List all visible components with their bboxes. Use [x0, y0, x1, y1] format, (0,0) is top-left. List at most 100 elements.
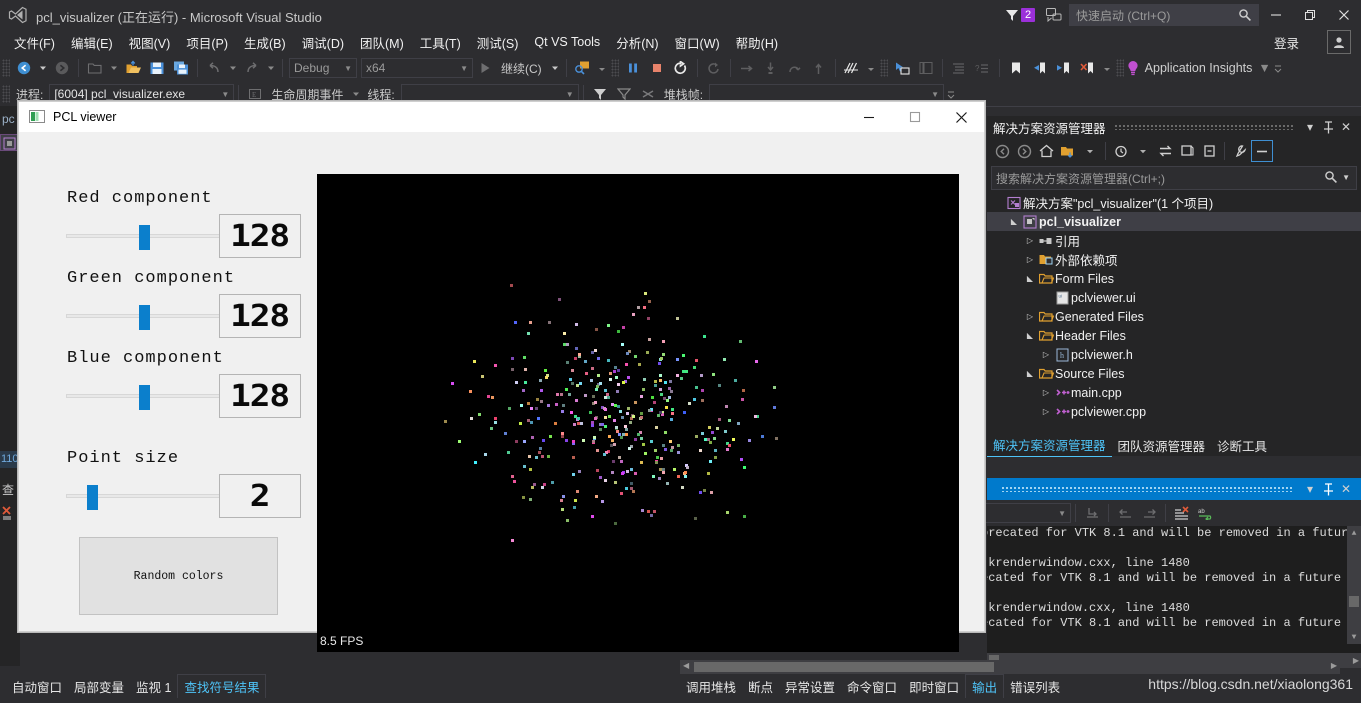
menu-item-qt-vs-tools[interactable]: Qt VS Tools	[526, 32, 608, 52]
clear-bookmarks-icon[interactable]	[1076, 57, 1100, 79]
navigate-backward-dropdown-icon[interactable]	[36, 57, 50, 79]
attach-dropdown-icon[interactable]	[595, 57, 609, 79]
slider-point-size[interactable]	[66, 485, 226, 510]
se-home-icon[interactable]	[1035, 140, 1057, 162]
menu-item-project[interactable]: 项目(P)	[178, 30, 236, 55]
new-project-icon[interactable]	[83, 57, 107, 79]
tree-item[interactable]: 解决方案"pcl_visualizer"(1 个项目)	[987, 193, 1361, 212]
panel-drag-dots[interactable]	[1001, 486, 1293, 492]
output-find-message-icon[interactable]	[1080, 502, 1104, 524]
twisty-collapsed-icon[interactable]: ▷	[1039, 350, 1053, 359]
toolbar-grip[interactable]	[1115, 59, 1124, 77]
step-into-icon[interactable]	[759, 57, 783, 79]
indent-lines-icon[interactable]	[947, 57, 971, 79]
continue-label[interactable]: 继续(C)	[501, 60, 542, 77]
scrollbar-thumb[interactable]	[694, 662, 994, 672]
bottom-tab-right-4[interactable]: 即时窗口	[903, 675, 965, 698]
chevron-down-icon[interactable]: ▼	[1258, 61, 1270, 75]
navigate-forward-icon[interactable]	[50, 57, 74, 79]
se-forward-icon[interactable]	[1013, 140, 1035, 162]
se-pending-changes-icon[interactable]	[1110, 140, 1132, 162]
slider-handle[interactable]	[86, 485, 98, 510]
tab-solution-explorer[interactable]: 解决方案资源管理器	[987, 433, 1112, 457]
toggle-bookmark-icon[interactable]	[1004, 57, 1028, 79]
solution-platform-combo[interactable]: x64 ▼	[361, 58, 473, 78]
tab-diagnostic-tools[interactable]: 诊断工具	[1211, 434, 1273, 457]
bottom-tab-right-5[interactable]: 输出	[965, 674, 1005, 698]
pcl-minimize-button[interactable]	[846, 102, 892, 132]
undo-icon[interactable]	[202, 57, 226, 79]
new-project-dropdown-icon[interactable]	[107, 57, 121, 79]
output-clear-all-icon[interactable]	[1170, 502, 1194, 524]
navigate-backward-icon[interactable]	[12, 57, 36, 79]
bottom-tab-right-3[interactable]: 命令窗口	[841, 675, 903, 698]
window-close-button[interactable]	[1327, 0, 1361, 30]
toolbar-grip[interactable]	[2, 85, 10, 103]
slider-green-component[interactable]	[66, 305, 226, 330]
tree-item[interactable]: ◣ pcl_visualizer	[987, 212, 1361, 231]
output-window-text[interactable]: precated for VTK 8.1 and will be removed…	[987, 526, 1361, 644]
tree-item[interactable]: ▷ pclviewer.cpp	[987, 402, 1361, 421]
scroll-right-icon[interactable]: ▶	[1353, 656, 1359, 665]
se-preview-selected-icon[interactable]	[1251, 140, 1273, 162]
notifications-filter-icon[interactable]: 2	[1005, 4, 1039, 26]
tree-item[interactable]: ◣ Source Files	[987, 364, 1361, 383]
tree-item[interactable]: ▷ h pclviewer.h	[987, 345, 1361, 364]
twisty-collapsed-icon[interactable]: ▷	[1039, 388, 1053, 397]
undo-dropdown-icon[interactable]	[226, 57, 240, 79]
bottom-tab-left-0[interactable]: 自动窗口	[6, 675, 68, 698]
twisty-expanded-icon[interactable]: ◣	[1023, 331, 1037, 340]
select-element-icon[interactable]	[890, 57, 914, 79]
window-minimize-button[interactable]	[1259, 0, 1293, 30]
panel-pin-icon[interactable]	[1319, 479, 1337, 499]
tab-team-explorer[interactable]: 团队资源管理器	[1112, 434, 1212, 457]
menu-item-build[interactable]: 生成(B)	[236, 30, 294, 55]
solution-configuration-combo[interactable]: Debug ▼	[289, 58, 357, 78]
output-vertical-scrollbar[interactable]: ▲ ▼	[1347, 526, 1361, 644]
tree-item[interactable]: ▷ Generated Files	[987, 307, 1361, 326]
menu-item-analyze[interactable]: 分析(N)	[608, 30, 666, 55]
break-all-icon[interactable]	[621, 57, 645, 79]
slider-red-component[interactable]	[66, 225, 226, 250]
output-source-combo[interactable]: ▼	[981, 503, 1071, 523]
menu-item-help[interactable]: 帮助(H)	[728, 30, 786, 55]
previous-bookmark-icon[interactable]	[1028, 57, 1052, 79]
menu-item-debug[interactable]: 调试(D)	[294, 30, 352, 55]
tree-item[interactable]: ◣ Header Files	[987, 326, 1361, 345]
copy-element-icon[interactable]	[914, 57, 938, 79]
panel-dropdown-icon[interactable]: ▾	[1301, 117, 1319, 137]
quick-launch-search[interactable]: 快速启动 (Ctrl+Q)	[1069, 4, 1259, 26]
solution-explorer-search-input[interactable]: 搜索解决方案资源管理器(Ctrl+;) ▼	[991, 166, 1357, 190]
output-word-wrap-icon[interactable]: ab	[1194, 502, 1218, 524]
toolbar-grip[interactable]	[610, 59, 619, 77]
hot-reload-icon[interactable]	[840, 57, 864, 79]
window-restore-button[interactable]	[1293, 0, 1327, 30]
save-icon[interactable]	[145, 57, 169, 79]
stop-debugging-icon[interactable]	[645, 57, 669, 79]
bottom-tab-left-2[interactable]: 监视 1	[130, 675, 177, 698]
tree-item[interactable]: ◣ Form Files	[987, 269, 1361, 288]
open-file-icon[interactable]	[121, 57, 145, 79]
scrollbar-thumb[interactable]	[1349, 596, 1359, 607]
panel-close-icon[interactable]: ✕	[1337, 479, 1355, 499]
start-debugging-icon[interactable]	[473, 57, 497, 79]
bookmarks-dropdown-icon[interactable]	[1100, 57, 1114, 79]
slider-blue-component[interactable]	[66, 385, 226, 410]
menu-item-team[interactable]: 团队(M)	[352, 30, 412, 55]
quick-actions-icon[interactable]: ?	[971, 57, 995, 79]
menu-item-test[interactable]: 测试(S)	[469, 30, 527, 55]
scroll-right-icon[interactable]: ▶	[1331, 661, 1337, 670]
next-bookmark-icon[interactable]	[1052, 57, 1076, 79]
save-all-icon[interactable]	[169, 57, 193, 79]
twisty-collapsed-icon[interactable]: ▷	[1023, 236, 1037, 245]
se-pending-dropdown-icon[interactable]	[1132, 140, 1154, 162]
menu-item-view[interactable]: 视图(V)	[121, 30, 179, 55]
twisty-collapsed-icon[interactable]: ▷	[1023, 312, 1037, 321]
bottom-tab-right-2[interactable]: 异常设置	[779, 675, 841, 698]
continue-dropdown-icon[interactable]	[548, 57, 562, 79]
scroll-down-icon[interactable]: ▼	[1347, 630, 1361, 644]
bottom-tab-right-1[interactable]: 断点	[742, 675, 779, 698]
slider-handle[interactable]	[139, 385, 151, 410]
bottom-tab-left-3[interactable]: 查找符号结果	[177, 674, 267, 698]
slider-handle[interactable]	[139, 305, 151, 330]
